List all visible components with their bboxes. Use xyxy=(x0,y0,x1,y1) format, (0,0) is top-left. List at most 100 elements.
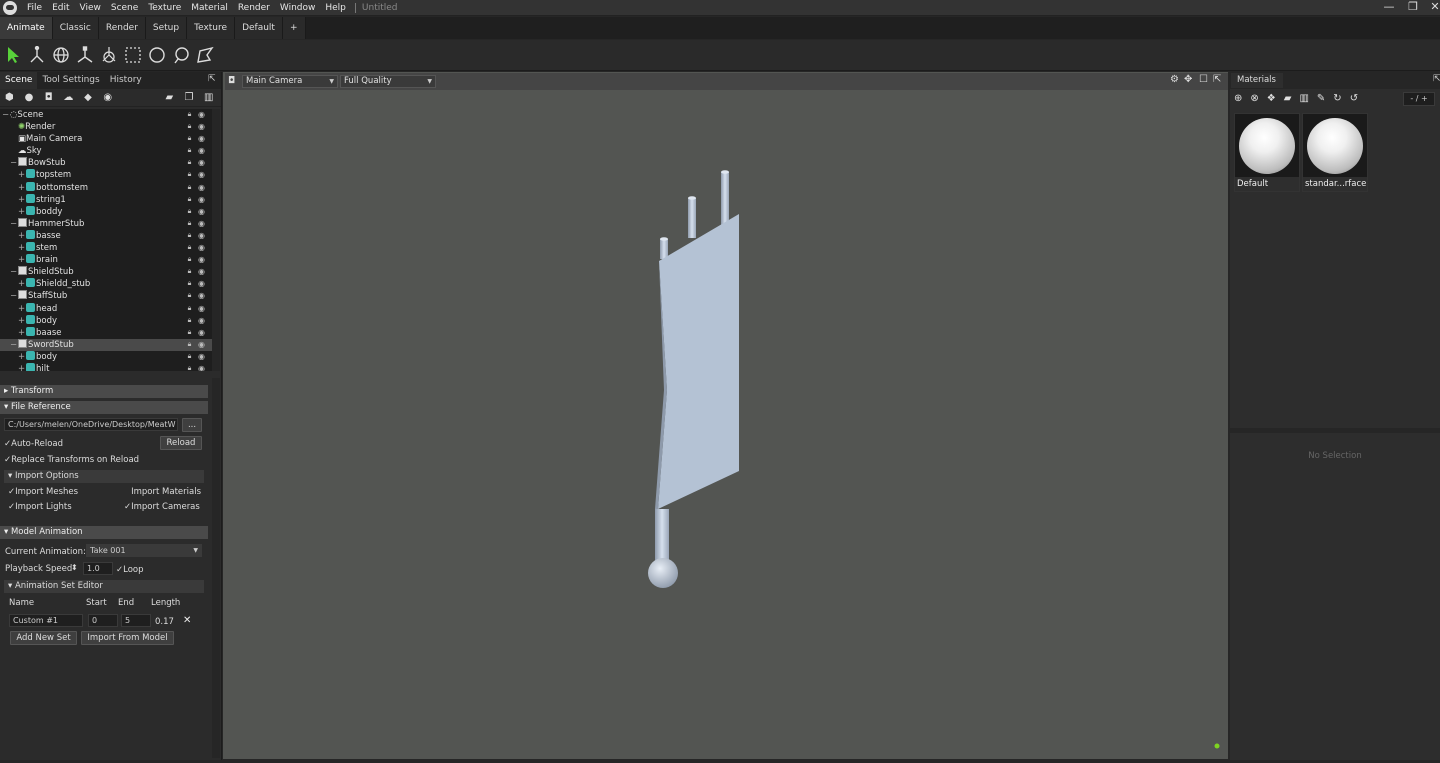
duplicate-icon[interactable]: ❐ xyxy=(182,91,197,105)
expand-icon[interactable]: + xyxy=(18,182,26,194)
tab-scene[interactable]: Scene xyxy=(0,72,38,89)
add-cloud-icon[interactable]: ☁ xyxy=(61,91,76,105)
lock-icon[interactable]: 🔒︎ xyxy=(185,134,194,143)
eye-icon[interactable]: ◉ xyxy=(197,122,206,131)
speed-spinner-icon[interactable]: ⬍ xyxy=(71,563,78,572)
tab-tool-settings[interactable]: Tool Settings xyxy=(37,72,104,89)
tree-row[interactable]: + head 🔒︎ ◉ xyxy=(0,302,212,315)
folder-icon[interactable]: ▰ xyxy=(162,91,177,105)
expand-icon[interactable]: + xyxy=(18,169,26,181)
set-name-field[interactable]: Custom #1 xyxy=(9,614,83,627)
tree-row[interactable]: + basse 🔒︎ ◉ xyxy=(0,229,212,242)
eye-icon[interactable]: ◉ xyxy=(197,110,206,119)
import-materials-checkbox[interactable]: ✓Import Materials xyxy=(124,487,201,497)
eye-icon[interactable]: ◉ xyxy=(197,267,206,276)
add-material-icon[interactable]: ⊕ xyxy=(1234,93,1242,107)
rect-select-icon[interactable] xyxy=(122,43,144,67)
eye-icon[interactable]: ◉ xyxy=(197,255,206,264)
lock-icon[interactable]: 🔒︎ xyxy=(185,110,194,119)
gear-icon[interactable]: ⚙ xyxy=(1170,74,1179,85)
expand-icon[interactable]: + xyxy=(18,315,26,327)
tree-row[interactable]: − StaffStub 🔒︎ ◉ xyxy=(0,290,212,302)
import-meshes-checkbox[interactable]: ✓Import Meshes xyxy=(8,487,78,497)
expand-icon[interactable]: + xyxy=(18,363,26,371)
lock-icon[interactable]: 🔒︎ xyxy=(185,328,194,337)
minimize-button[interactable]: — xyxy=(1376,0,1402,16)
set-end-field[interactable]: 5 xyxy=(121,614,151,627)
maximize-view-icon[interactable]: ☐ xyxy=(1199,74,1208,85)
menu-window[interactable]: Window xyxy=(275,3,321,13)
tab-materials[interactable]: Materials xyxy=(1231,73,1283,88)
universal-tool-icon[interactable] xyxy=(98,43,120,67)
tree-row[interactable]: ☁Sky 🔒︎ ◉ xyxy=(0,145,212,157)
animation-set-editor-section[interactable]: ▾ Animation Set Editor xyxy=(4,580,204,593)
select-tool-icon[interactable] xyxy=(2,43,24,67)
lock-icon[interactable]: 🔒︎ xyxy=(185,183,194,192)
tab-texture[interactable]: Texture xyxy=(187,17,236,39)
quality-select[interactable]: Full Quality xyxy=(340,75,436,88)
eye-icon[interactable]: ◉ xyxy=(197,364,206,371)
lock-icon[interactable]: 🔒︎ xyxy=(185,364,194,371)
import-options-section[interactable]: ▾ Import Options xyxy=(4,470,204,483)
tree-row[interactable]: + string1 🔒︎ ◉ xyxy=(0,193,212,206)
tree-row[interactable]: −◌Scene 🔒︎ ◉ xyxy=(0,109,212,121)
tab-default[interactable]: Default xyxy=(235,17,283,39)
browse-button[interactable]: ... xyxy=(182,418,202,432)
page-selector[interactable]: - / + xyxy=(1403,92,1435,106)
scene-tree-scrollbar[interactable] xyxy=(212,109,220,371)
eye-icon[interactable]: ◉ xyxy=(197,146,206,155)
expand-icon[interactable]: + xyxy=(18,194,26,206)
eye-icon[interactable]: ◉ xyxy=(197,219,206,228)
add-shape-icon[interactable]: ◆ xyxy=(81,91,96,105)
refresh-icon[interactable]: ↻ xyxy=(1333,93,1341,107)
eye-icon[interactable]: ◉ xyxy=(197,207,206,216)
trash-icon[interactable]: ▥ xyxy=(201,91,216,105)
expand-icon[interactable]: + xyxy=(18,254,26,266)
replace-transforms-checkbox[interactable]: ✓Replace Transforms on Reload xyxy=(4,455,139,465)
eye-icon[interactable]: ◉ xyxy=(197,304,206,313)
file-path-field[interactable]: C:/Users/melen/OneDrive/Desktop/MeatW xyxy=(4,418,178,431)
popout-icon[interactable]: ⇱ xyxy=(208,74,216,84)
delete-set-icon[interactable]: ✕ xyxy=(183,615,191,626)
menu-render[interactable]: Render xyxy=(233,3,275,13)
collapse-icon[interactable]: − xyxy=(2,109,10,121)
lock-icon[interactable]: 🔒︎ xyxy=(185,279,194,288)
eye-icon[interactable]: ◉ xyxy=(197,279,206,288)
add-tab-button[interactable]: + xyxy=(282,17,306,39)
tree-row[interactable]: + boddy 🔒︎ ◉ xyxy=(0,205,212,218)
expand-icon[interactable]: + xyxy=(18,230,26,242)
tree-row[interactable]: − BowStub 🔒︎ ◉ xyxy=(0,157,212,169)
tab-render[interactable]: Render xyxy=(98,17,146,39)
eye-icon[interactable]: ◉ xyxy=(197,158,206,167)
add-object-icon[interactable]: ⬢ xyxy=(2,91,17,105)
menu-scene[interactable]: Scene xyxy=(106,3,143,13)
expand-icon[interactable]: + xyxy=(18,206,26,218)
set-start-field[interactable]: 0 xyxy=(88,614,118,627)
material-thumbnail-standard[interactable]: standar...rface1 xyxy=(1302,113,1368,192)
tree-row[interactable]: + body 🔒︎ ◉ xyxy=(0,350,212,363)
import-cameras-checkbox[interactable]: ✓Import Cameras xyxy=(124,502,200,512)
tab-classic[interactable]: Classic xyxy=(52,17,99,39)
expand-icon[interactable]: + xyxy=(18,303,26,315)
eye-icon[interactable]: ◉ xyxy=(197,134,206,143)
lasso-select-icon[interactable] xyxy=(170,43,192,67)
reload-button[interactable]: Reload xyxy=(160,436,202,450)
tree-row[interactable]: + brain 🔒︎ ◉ xyxy=(0,254,212,266)
import-lights-checkbox[interactable]: ✓Import Lights xyxy=(8,502,72,512)
menu-view[interactable]: View xyxy=(75,3,106,13)
eye-icon[interactable]: ◉ xyxy=(197,316,206,325)
delete-material-icon[interactable]: ▥ xyxy=(1299,93,1308,107)
lock-icon[interactable]: 🔒︎ xyxy=(185,231,194,240)
eye-icon[interactable]: ◉ xyxy=(197,340,206,349)
lock-icon[interactable]: 🔒︎ xyxy=(185,219,194,228)
tree-row[interactable]: ▣Main Camera 🔒︎ ◉ xyxy=(0,133,212,145)
playback-speed-field[interactable]: 1.0 xyxy=(83,562,113,575)
eye-icon[interactable]: ◉ xyxy=(197,183,206,192)
viewport[interactable] xyxy=(223,72,1228,759)
pattern-icon[interactable]: ❖ xyxy=(1267,93,1276,107)
sync-icon[interactable]: ↺ xyxy=(1350,93,1358,107)
lock-icon[interactable]: 🔒︎ xyxy=(185,158,194,167)
lock-icon[interactable]: 🔒︎ xyxy=(185,207,194,216)
tree-row[interactable]: + stem 🔒︎ ◉ xyxy=(0,242,212,254)
lock-icon[interactable]: 🔒︎ xyxy=(185,255,194,264)
